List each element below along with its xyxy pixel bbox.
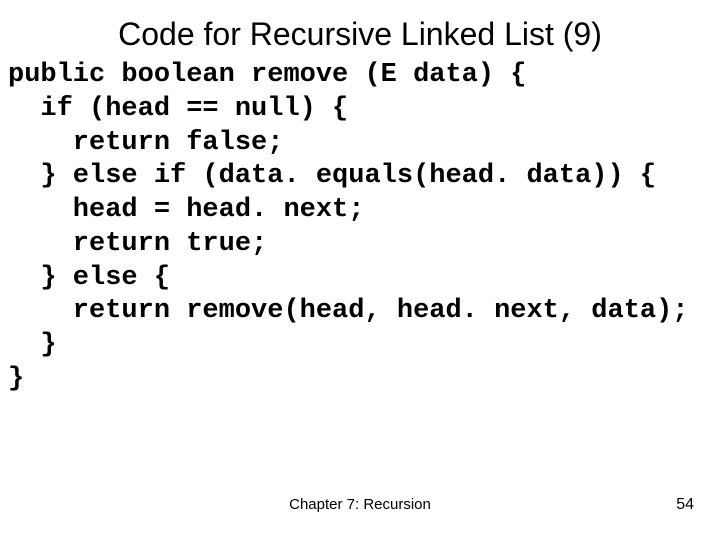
code-line: } else { xyxy=(8,263,170,293)
code-line: if (head == null) { xyxy=(8,94,348,124)
code-line: } xyxy=(8,330,57,360)
code-line: return true; xyxy=(8,229,267,259)
code-line: return remove(head, head. next, data); xyxy=(8,296,689,326)
slide: Code for Recursive Linked List (9) publi… xyxy=(0,0,720,540)
footer: Chapter 7: Recursion 54 xyxy=(0,496,720,516)
code-line: } else if (data. equals(head. data)) { xyxy=(8,161,656,191)
code-line: head = head. next; xyxy=(8,195,364,225)
code-line: public boolean remove (E data) { xyxy=(8,60,526,90)
code-block: public boolean remove (E data) { if (hea… xyxy=(0,59,720,397)
slide-title: Code for Recursive Linked List (9) xyxy=(0,0,720,59)
footer-chapter: Chapter 7: Recursion xyxy=(0,496,720,513)
code-line: } xyxy=(8,364,24,394)
page-number: 54 xyxy=(676,496,694,514)
code-line: return false; xyxy=(8,128,283,158)
